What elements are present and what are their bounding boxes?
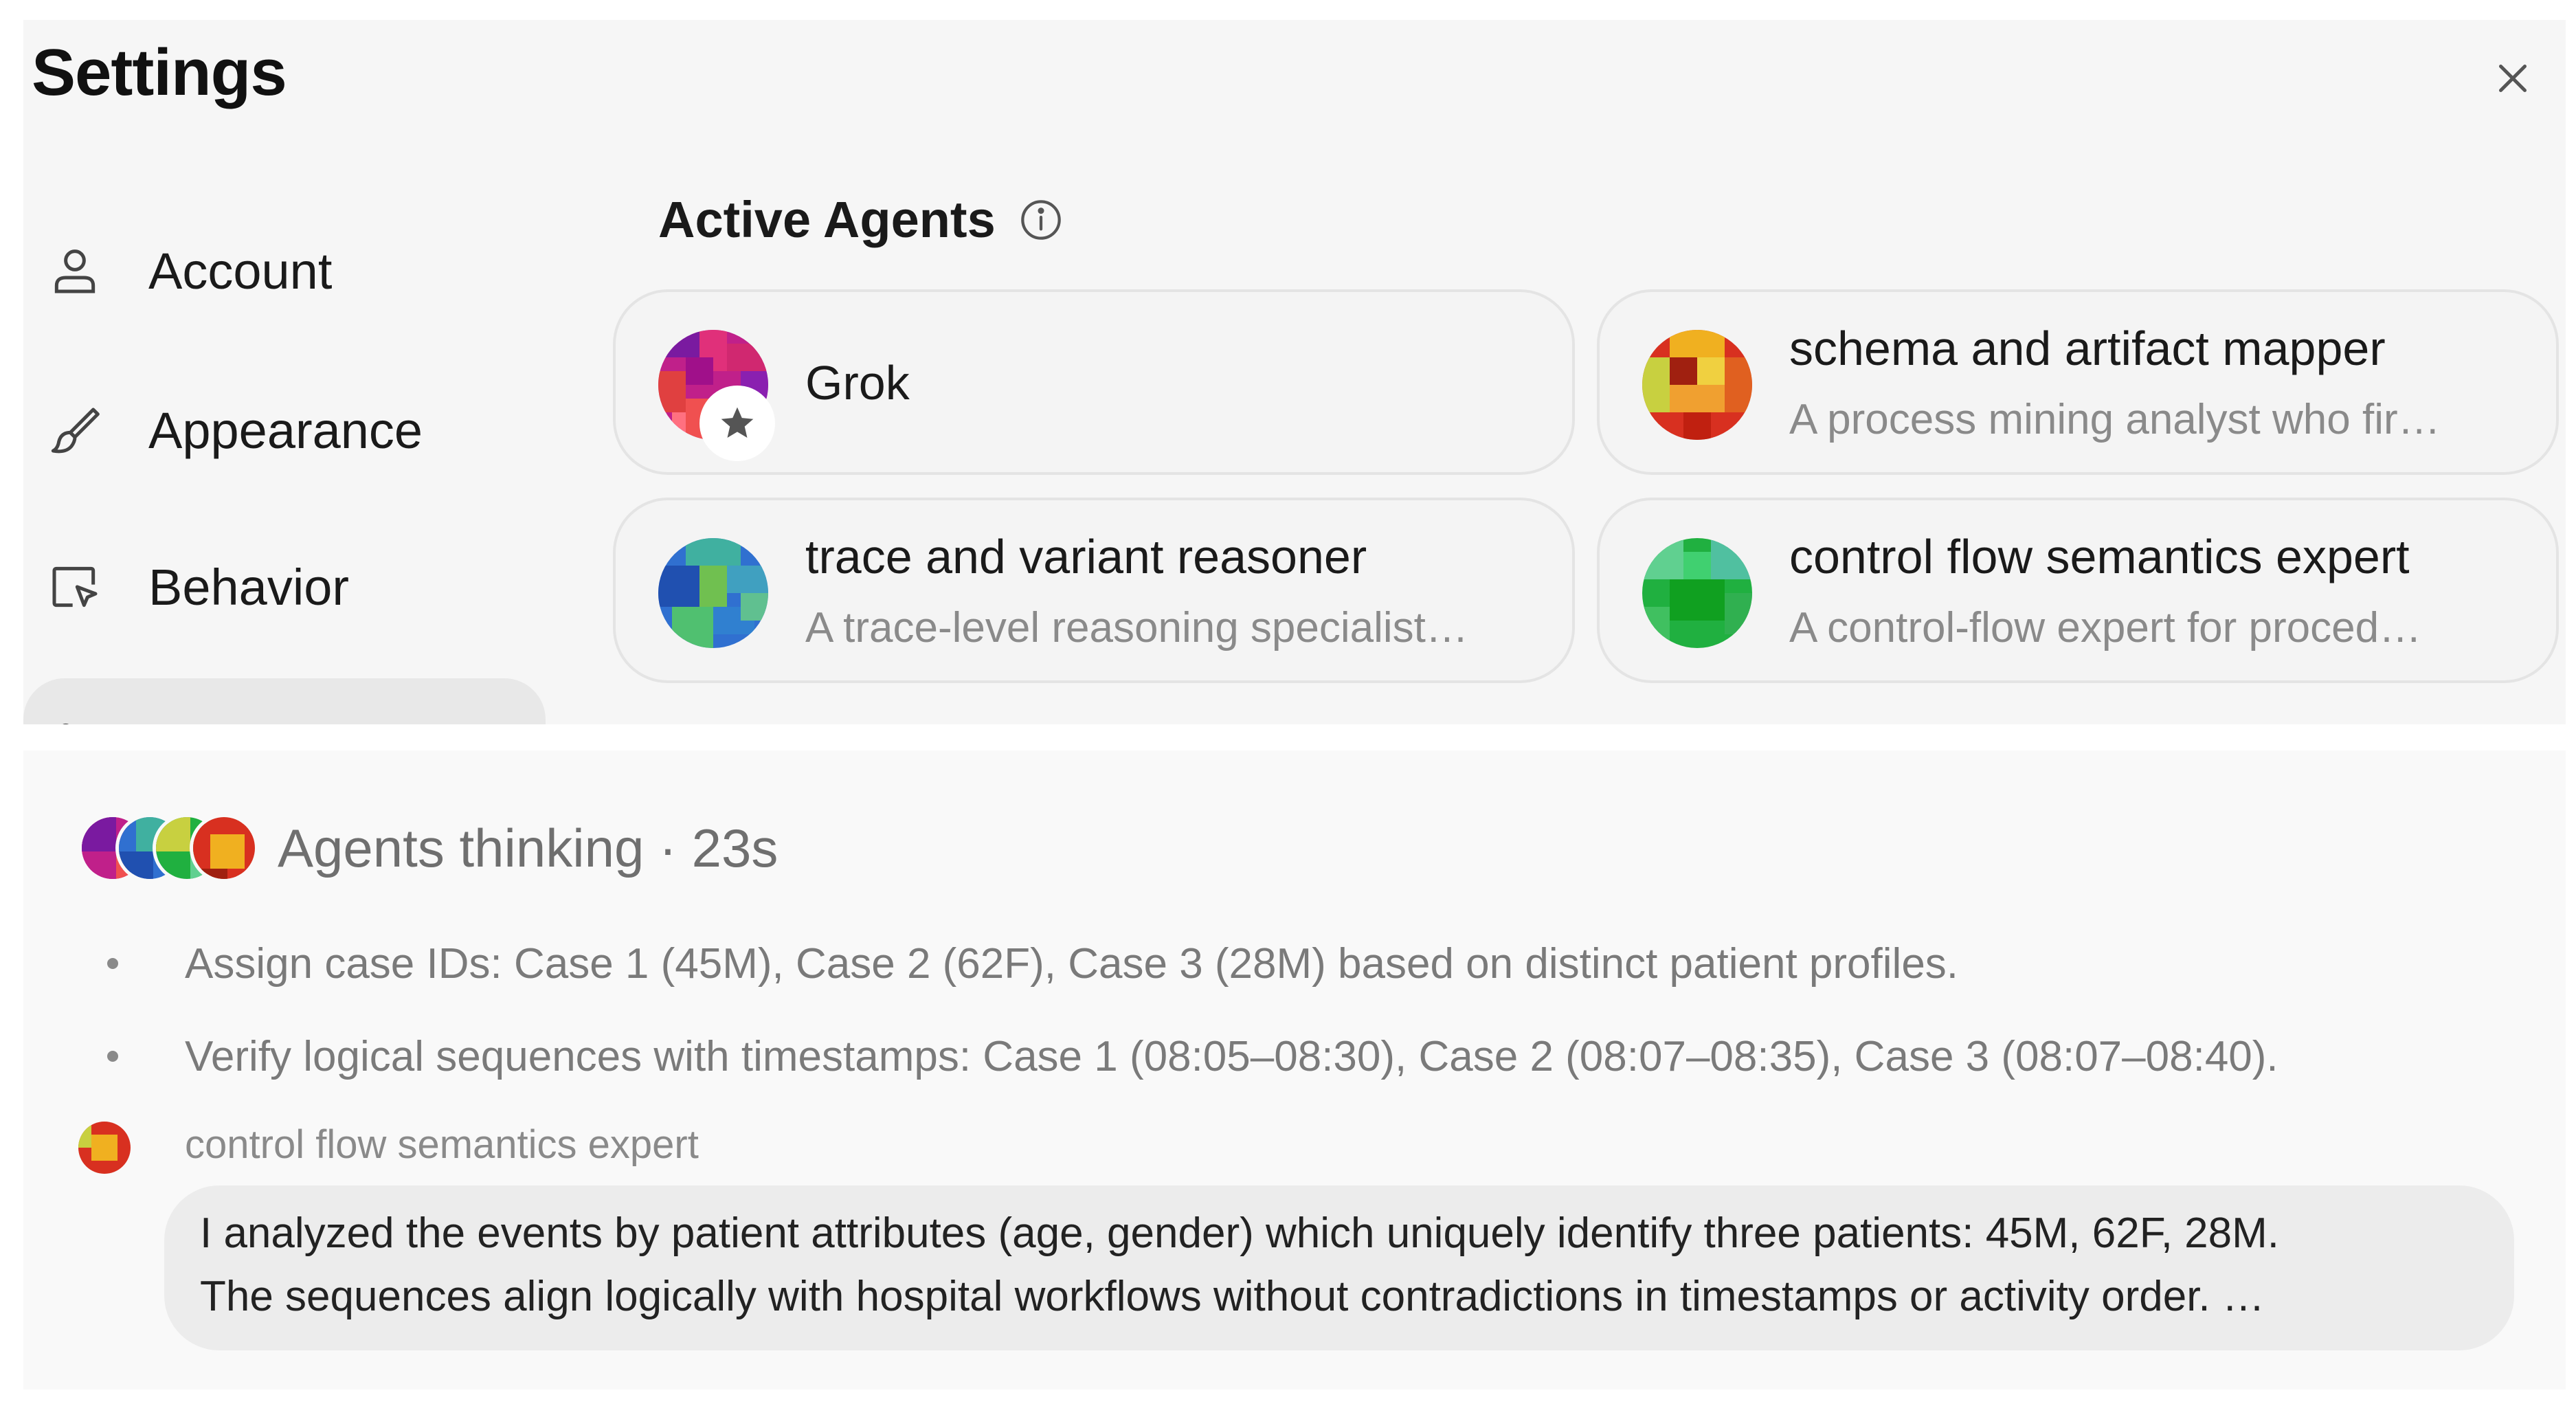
thinking-header[interactable]: Agents thinking · 23s bbox=[78, 814, 778, 882]
bullet-dot bbox=[107, 958, 118, 969]
sidebar-item-account[interactable]: Account bbox=[23, 205, 546, 336]
info-icon[interactable] bbox=[1019, 198, 1063, 242]
agent-card-schema-and-artifact-mapper[interactable]: schema and artifact mapper A process min… bbox=[1597, 289, 2559, 475]
bullet-text: Verify logical sequences with timestamps… bbox=[185, 1032, 2278, 1080]
agent-avatar bbox=[658, 538, 768, 648]
agent-description: A trace-level reasoning specialist… bbox=[805, 604, 1468, 651]
agent-description: A process mining analyst who fir… bbox=[1789, 396, 2441, 443]
bullet-text: Assign case IDs: Case 1 (45M), Case 2 (6… bbox=[185, 939, 1959, 988]
sidebar-item-label: Account bbox=[148, 242, 333, 300]
agent-name: trace and variant reasoner bbox=[805, 530, 1367, 583]
expert-message-header: control flow semantics expert bbox=[78, 1122, 699, 1174]
sidebar-item-appearance[interactable]: Appearance bbox=[23, 365, 546, 495]
agent-avatar bbox=[1642, 538, 1752, 648]
message-text: The sequences align logically with hospi… bbox=[200, 1273, 2265, 1320]
cursor-window-icon bbox=[44, 556, 106, 618]
paintbrush-icon bbox=[44, 399, 106, 461]
sidebar-item-behavior[interactable]: Behavior bbox=[23, 522, 546, 652]
sliders-icon bbox=[44, 713, 106, 724]
agent-avatar bbox=[1642, 330, 1752, 440]
settings-panel: Settings Account Appearance Behavior Act… bbox=[23, 20, 2566, 724]
close-button[interactable] bbox=[2475, 41, 2551, 116]
thinking-panel: Agents thinking · 23s Assign case IDs: C… bbox=[23, 750, 2566, 1390]
agent-avatar bbox=[78, 1122, 131, 1174]
agent-card-control-flow-semantics-expert[interactable]: control flow semantics expert A control-… bbox=[1597, 498, 2559, 683]
active-agents-header: Active Agents bbox=[658, 190, 1063, 249]
list-item: Verify logical sequences with timestamps… bbox=[78, 1029, 2278, 1084]
message-text: I analyzed the events by patient attribu… bbox=[200, 1210, 2280, 1257]
list-item: Assign case IDs: Case 1 (45M), Case 2 (6… bbox=[78, 936, 1958, 991]
agent-name: control flow semantics expert bbox=[1789, 530, 2410, 583]
message-bubble: I analyzed the events by patient attribu… bbox=[164, 1185, 2514, 1350]
settings-title: Settings bbox=[32, 36, 287, 109]
expert-name: control flow semantics expert bbox=[185, 1122, 699, 1167]
star-icon bbox=[721, 407, 754, 438]
agent-name: schema and artifact mapper bbox=[1789, 322, 2386, 375]
thinking-status: Agents thinking · 23s bbox=[278, 817, 779, 878]
sidebar-item-label: Behavior bbox=[148, 558, 350, 616]
sidebar-item-customize[interactable]: Customize bbox=[23, 678, 546, 724]
close-icon bbox=[2499, 65, 2527, 92]
agent-name: Grok bbox=[805, 356, 910, 410]
agent-card-trace-and-variant-reasoner[interactable]: trace and variant reasoner A trace-level… bbox=[613, 498, 1575, 683]
bullet-dot bbox=[107, 1051, 118, 1062]
agent-description: A control-flow expert for proced… bbox=[1789, 604, 2422, 651]
section-title: Active Agents bbox=[658, 191, 996, 248]
agent-avatar bbox=[190, 814, 258, 882]
sidebar-item-label: Appearance bbox=[148, 401, 423, 459]
stacked-agent-avatars bbox=[78, 814, 258, 882]
sidebar-item-label: Customize bbox=[148, 715, 389, 725]
star-badge bbox=[699, 386, 775, 461]
user-icon bbox=[44, 240, 106, 302]
agent-card-grok[interactable]: Grok bbox=[613, 289, 1575, 475]
